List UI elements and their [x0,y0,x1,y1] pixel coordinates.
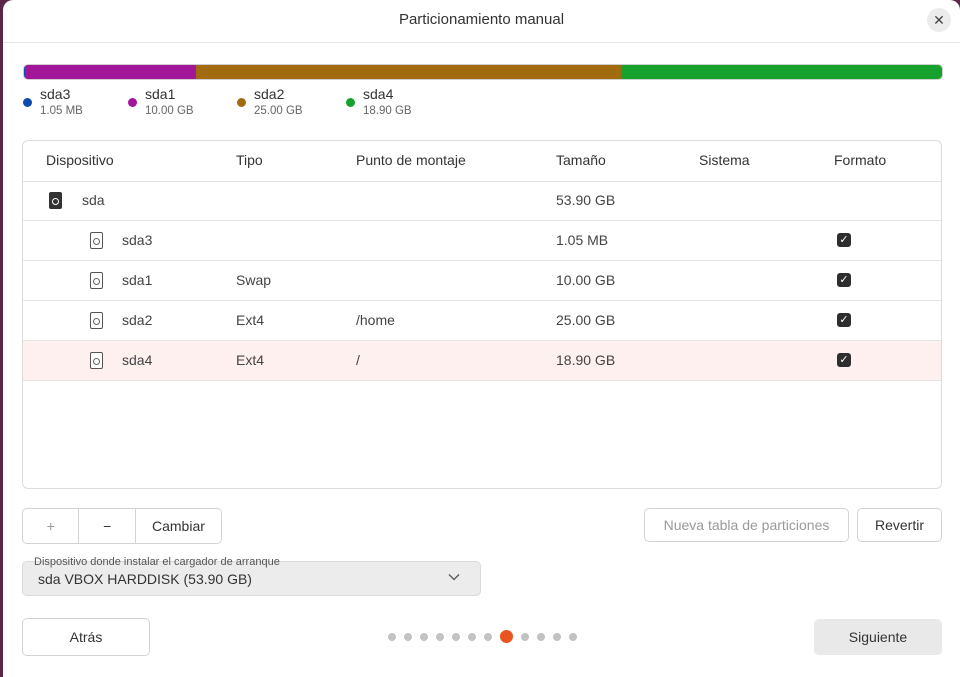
close-button[interactable]: ✕ [927,8,951,32]
column-header-format[interactable]: Formato [834,152,886,168]
table-row-sda[interactable]: sda 53.90 GB [23,181,941,221]
format-checkbox[interactable]: ✓ [837,273,851,287]
next-button[interactable]: Siguiente [814,619,942,655]
step-dot [484,633,492,641]
step-dot [553,633,561,641]
minus-icon: − [103,518,112,534]
cell-device: sda1 [122,272,153,288]
partition-icon [90,232,103,249]
legend-color-dot [346,98,355,107]
revert-button[interactable]: Revertir [857,508,942,542]
legend-size: 18.90 GB [363,105,412,117]
chevron-down-icon [448,574,460,581]
cell-type: Ext4 [236,352,265,368]
partition-icon [90,312,103,329]
cell-mount: / [356,352,360,368]
column-header-system[interactable]: Sistema [699,152,750,168]
table-row-sda2[interactable]: sda2 Ext4 /home 25.00 GB ✓ [23,301,941,341]
cell-size: 18.90 GB [556,352,616,368]
legend-color-dot [23,98,32,107]
step-dot [468,633,476,641]
legend-name: sda3 [40,86,71,102]
cell-size: 10.00 GB [556,272,616,288]
legend-name: sda1 [145,86,176,102]
step-dot [452,633,460,641]
legend-size: 1.05 MB [40,105,83,117]
add-partition-button[interactable]: + [23,509,78,543]
partition-table: Dispositivo Tipo Punto de montaje Tamaño… [22,140,942,489]
partition-segment-sda2 [195,65,622,79]
remove-partition-button[interactable]: − [78,509,134,543]
cell-device: sda4 [122,352,153,368]
bootloader-device-label: Dispositivo donde instalar el cargador d… [34,556,280,568]
step-dot [404,633,412,641]
bootloader-device-value: sda VBOX HARDDISK (53.90 GB) [38,571,252,587]
table-row-sda1[interactable]: sda1 Swap 10.00 GB ✓ [23,261,941,301]
change-partition-button[interactable]: Cambiar [134,509,221,543]
step-dot [420,633,428,641]
partition-actions: + − Cambiar [22,508,222,544]
column-header-type[interactable]: Tipo [236,152,263,168]
step-dot [521,633,529,641]
window-title: Particionamiento manual [398,11,565,28]
legend-name: sda4 [363,86,394,102]
step-dot-active [500,630,513,643]
partition-usage-bar [23,64,943,80]
plus-icon: + [46,518,55,534]
cell-size: 53.90 GB [556,192,616,208]
step-dot [388,633,396,641]
cell-size: 25.00 GB [556,312,616,328]
partition-icon [90,352,103,369]
cell-type: Swap [236,272,272,288]
step-dot [569,633,577,641]
format-checkbox[interactable]: ✓ [837,353,851,367]
partition-segment-sda1 [25,65,196,79]
back-button[interactable]: Atrás [22,618,150,656]
step-dot [537,633,545,641]
legend-size: 25.00 GB [254,105,303,117]
legend-color-dot [237,98,246,107]
column-header-device[interactable]: Dispositivo [46,152,114,168]
new-partition-table-button[interactable]: Nueva tabla de particiones [644,508,849,542]
table-row-sda3[interactable]: sda3 1.05 MB ✓ [23,221,941,261]
column-header-mount[interactable]: Punto de montaje [356,152,466,168]
format-checkbox[interactable]: ✓ [837,233,851,247]
cell-mount: /home [356,312,395,328]
legend-color-dot [128,98,137,107]
partition-icon [90,272,103,289]
step-dot [436,633,444,641]
cell-size: 1.05 MB [556,232,609,248]
table-header: Dispositivo Tipo Punto de montaje Tamaño… [23,141,941,182]
legend-name: sda2 [254,86,285,102]
title-bar: Particionamiento manual ✕ [3,0,960,43]
step-indicator [388,630,588,644]
partition-segment-sda4 [621,65,942,79]
cell-device: sda3 [122,232,153,248]
cell-type: Ext4 [236,312,265,328]
column-header-size[interactable]: Tamaño [556,152,606,168]
legend-size: 10.00 GB [145,105,194,117]
format-checkbox[interactable]: ✓ [837,313,851,327]
close-icon: ✕ [933,12,945,28]
installer-window: Particionamiento manual ✕ sda3 1.05 MB s… [3,0,960,677]
table-row-sda4[interactable]: sda4 Ext4 / 18.90 GB ✓ [23,341,941,381]
disk-icon [49,192,62,209]
cell-device: sda [82,192,105,208]
cell-device: sda2 [122,312,153,328]
